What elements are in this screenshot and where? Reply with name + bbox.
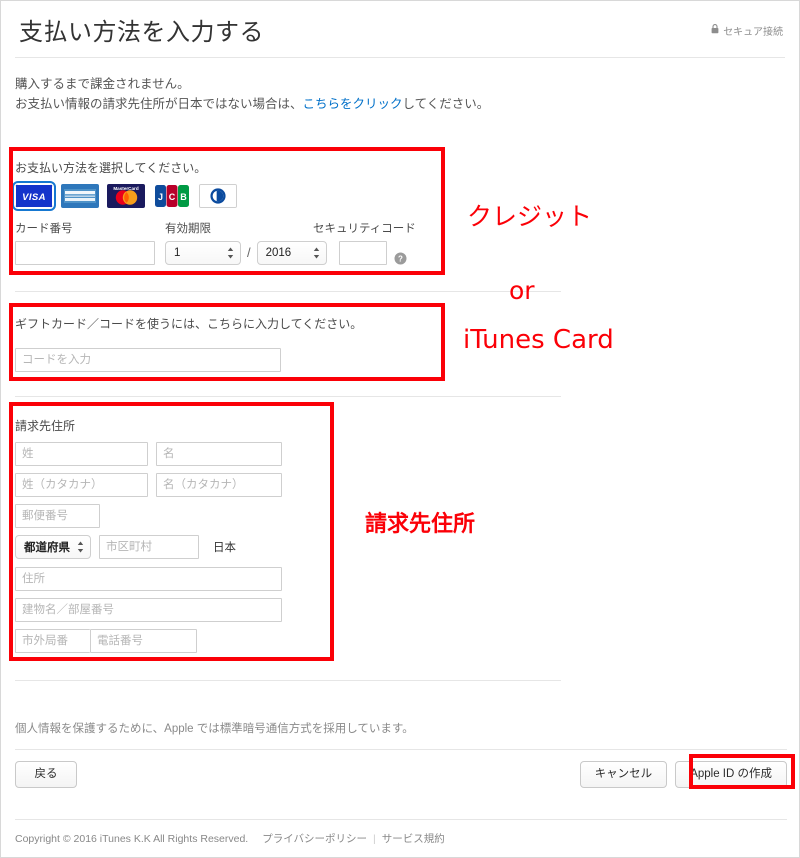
diners-club-card-icon[interactable] [199,184,237,208]
section-divider-1 [15,291,561,292]
expiry-separator: / [247,245,251,260]
building-input[interactable] [15,598,282,622]
back-button[interactable]: 戻る [15,761,77,788]
secure-connection-indicator: セキュア接続 [711,23,783,38]
city-input[interactable] [99,535,199,559]
annotation-billing-address: 請求先住所 [365,512,476,537]
area-code-input[interactable] [15,629,90,653]
giftcard-section: ギフトカード／コードを使うには、こちらに入力してください。 [15,315,439,372]
expiry-month-value: 1 [174,247,181,259]
address-row [15,567,335,591]
postal-row [15,504,335,528]
prefecture-value: 都道府県 [24,542,70,554]
svg-text:?: ? [398,255,403,264]
first-name-kana-input[interactable] [156,473,282,497]
phone-number-input[interactable] [90,629,197,653]
intro-line-2: お支払い情報の請求先住所が日本ではない場合は、こちらをクリックしてください。 [15,94,785,114]
privacy-policy-link[interactable]: プライバシーポリシー [262,831,367,846]
building-row [15,598,335,622]
name-kana-row [15,473,335,497]
billing-address-label: 請求先住所 [15,419,76,433]
payment-method-label: お支払い方法を選択してください。 [15,161,207,175]
cancel-button[interactable]: キャンセル [579,761,668,788]
privacy-note-row: 個人情報を保護するために、Apple では標準暗号通信方式を採用しています。 [15,720,787,736]
annotation-or: or [509,276,535,305]
terms-of-service-link[interactable]: サービス規約 [382,831,445,846]
billing-address-section: 請求先住所 都道府県 日本 [15,417,335,653]
annotation-itunes-card: iTunes Card [463,325,614,355]
section-divider-3 [15,680,561,681]
card-field-labels: カード番号 有効期限 セキュリティコード [15,220,439,236]
expiry-year-value: 2016 [265,247,292,259]
lock-icon [711,24,719,37]
payment-method-page: 支払い方法を入力する セキュア接続 購入するまで課金されません。 お支払い情報の… [0,0,800,858]
giftcard-code-input[interactable] [15,348,281,372]
svg-text:B: B [180,192,187,202]
intro-line-2-before: お支払い情報の請求先住所が日本ではない場合は、 [15,97,303,111]
section-divider-2 [15,396,561,397]
amex-card-icon[interactable] [61,184,99,208]
security-code-label: セキュリティコード [313,223,416,235]
svg-text:J: J [158,192,163,202]
last-name-input[interactable] [15,442,148,466]
name-row [15,442,335,466]
phone-row [15,629,335,653]
stepper-chevron-icon [77,541,84,553]
page-header: 支払い方法を入力する セキュア接続 [1,1,799,57]
last-name-kana-input[interactable] [15,473,148,497]
prefecture-select[interactable]: 都道府県 [15,535,91,559]
first-name-input[interactable] [156,442,282,466]
jcb-card-icon[interactable]: J C B [153,184,191,208]
svg-text:MasterCard: MasterCard [113,186,138,191]
page-title: 支払い方法を入力する [19,18,264,46]
footer-right-actions: キャンセル Apple ID の作成 [579,761,787,788]
intro-text: 購入するまで課金されません。 お支払い情報の請求先住所が日本ではない場合は、こち… [1,58,799,114]
giftcard-label: ギフトカード／コードを使うには、こちらに入力してください。 [15,317,363,331]
create-apple-id-button[interactable]: Apple ID の作成 [675,761,787,788]
expiry-month-select[interactable]: 1 [165,241,241,265]
prefecture-row: 都道府県 日本 [15,535,335,559]
svg-text:C: C [169,192,176,202]
intro-line-2-after: してください。 [402,97,490,111]
secure-connection-label: セキュア接続 [723,27,783,38]
help-circle-icon[interactable]: ? [394,252,407,265]
payment-method-section: お支払い方法を選択してください。 VISA MasterCard J C B カ… [12,159,439,265]
address-input[interactable] [15,567,282,591]
card-number-input[interactable] [15,241,155,265]
mastercard-card-icon[interactable]: MasterCard [107,184,145,208]
card-brand-list: VISA MasterCard J C B [12,181,439,211]
country-label: 日本 [213,542,236,554]
card-number-label: カード番号 [15,223,73,235]
intro-line-1: 購入するまで課金されません。 [15,77,190,91]
copyright-bar: Copyright © 2016 iTunes K.K All Rights R… [15,831,445,846]
annotation-credit: クレジット [467,202,593,231]
copyright-divider [15,819,787,820]
foreign-billing-link[interactable]: こちらをクリック [303,97,403,111]
privacy-note: 個人情報を保護するために、Apple では標準暗号通信方式を採用しています。 [15,723,414,735]
postal-code-input[interactable] [15,504,100,528]
copyright-separator: | [373,832,376,845]
card-field-row: 1 / 2016 ? [15,241,439,265]
expiry-year-select[interactable]: 2016 [256,241,327,265]
svg-text:VISA: VISA [22,192,46,203]
visa-card-icon[interactable]: VISA [12,181,56,211]
stepper-chevron-icon [227,247,234,259]
stepper-chevron-icon [313,247,319,259]
security-code-input[interactable] [338,241,387,265]
copyright-text: Copyright © 2016 iTunes K.K All Rights R… [15,832,249,845]
expiry-label: 有効期限 [165,223,211,235]
footer-actions: 戻る キャンセル Apple ID の作成 [15,761,787,788]
footer-divider [15,749,787,750]
